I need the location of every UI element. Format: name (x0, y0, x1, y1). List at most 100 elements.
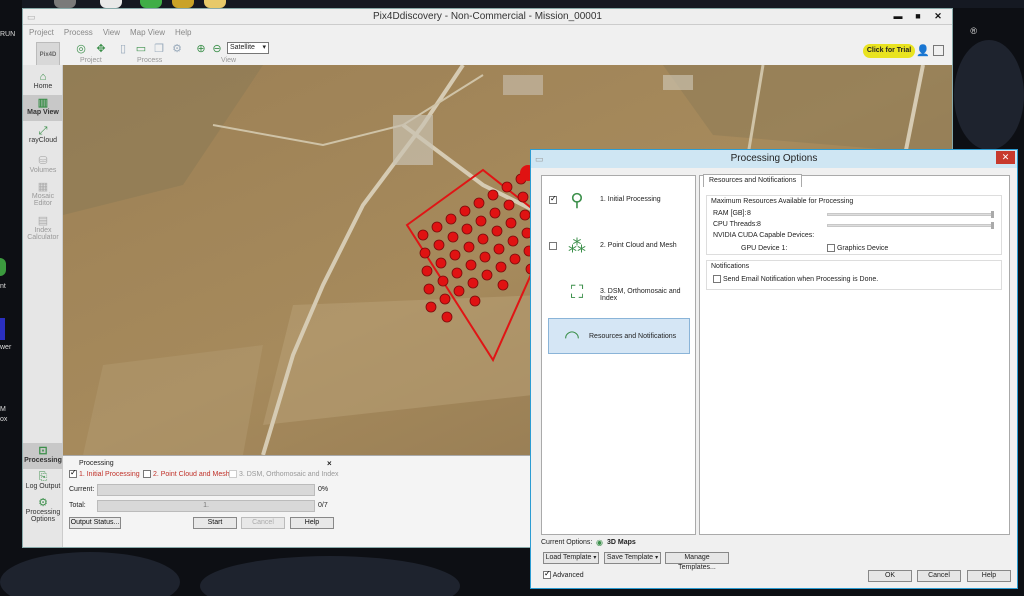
zoom-out-icon[interactable]: ⊖ (211, 43, 223, 55)
flight-point[interactable] (445, 213, 457, 225)
flight-point[interactable] (505, 217, 517, 229)
sidebar-item-index-calculator[interactable]: ▤ Index Calculator (23, 215, 63, 245)
taskbar-icon[interactable] (204, 0, 226, 8)
flight-point[interactable] (459, 205, 471, 217)
taskbar-icon[interactable] (172, 0, 194, 8)
sidebar-item-processing[interactable]: ⊡ Processing (23, 443, 63, 469)
point-cloud-checkbox[interactable] (549, 242, 557, 250)
flight-point[interactable] (473, 197, 485, 209)
option-step-dsm[interactable]: ⛶ 3. DSM, Orthomosaic and Index (542, 274, 695, 310)
flight-point[interactable] (441, 311, 453, 323)
flight-point[interactable] (423, 283, 435, 295)
cancel-button[interactable]: Cancel (241, 517, 285, 529)
ok-button[interactable]: OK (868, 570, 912, 582)
flight-point[interactable] (467, 277, 479, 289)
flight-point[interactable] (449, 249, 461, 261)
start-button[interactable]: Start (193, 517, 237, 529)
window-toggle-icon[interactable] (933, 45, 944, 56)
desktop-app-icon-blue[interactable] (0, 318, 5, 340)
desktop-app-icon[interactable] (0, 258, 6, 276)
sidebar-item-mosaic-editor[interactable]: ▦ Mosaic Editor (23, 181, 63, 211)
taskbar-icon[interactable] (54, 0, 76, 8)
flight-point[interactable] (487, 189, 499, 201)
initial-processing-checkbox[interactable] (549, 194, 557, 204)
close-button[interactable]: ✕ (928, 10, 948, 23)
flight-point[interactable] (477, 233, 489, 245)
advanced-option[interactable]: Advanced (543, 569, 584, 579)
flight-point[interactable] (497, 279, 509, 291)
flight-point[interactable] (475, 215, 487, 227)
flight-point[interactable] (491, 225, 503, 237)
dialog-cancel-button[interactable]: Cancel (917, 570, 961, 582)
flight-point[interactable] (509, 253, 521, 265)
flight-point[interactable] (439, 293, 451, 305)
flight-point[interactable] (479, 251, 491, 263)
advanced-checkbox[interactable] (543, 569, 551, 579)
step-1-checkbox[interactable] (69, 468, 77, 478)
flight-point[interactable] (417, 229, 429, 241)
sidebar-item-home[interactable]: ⌂ Home (23, 71, 63, 95)
flight-point[interactable] (419, 247, 431, 259)
sidebar-item-raycloud[interactable]: ⤢ rayCloud (23, 125, 63, 149)
taskbar-icon[interactable] (140, 0, 162, 8)
ram-slider[interactable] (827, 211, 994, 218)
flight-point[interactable] (451, 267, 463, 279)
flight-point[interactable] (425, 301, 437, 313)
manage-templates-button[interactable]: Manage Templates... (665, 552, 729, 571)
flight-point[interactable] (465, 259, 477, 271)
save-template-button[interactable]: Save Template ▾ (604, 552, 661, 564)
copy-icon[interactable]: ❐ (153, 43, 165, 55)
sidebar-item-map-view[interactable]: ▥ Map View (23, 95, 63, 121)
step-2-checkbox[interactable] (143, 470, 151, 478)
flight-point[interactable] (501, 181, 513, 193)
file-icon[interactable]: ▯ (117, 43, 129, 55)
load-template-button[interactable]: Load Template ▾ (543, 552, 599, 564)
dialog-help-button[interactable]: Help (967, 570, 1011, 582)
dialog-close-button[interactable]: ✕ (996, 151, 1015, 164)
crosshair-icon[interactable]: ✥ (95, 43, 107, 55)
flight-point[interactable] (447, 231, 459, 243)
step-row-1[interactable]: 1. Initial Processing (69, 468, 140, 478)
flight-point[interactable] (503, 199, 515, 211)
sidebar-item-log-output[interactable]: ⎘ Log Output (23, 471, 63, 495)
step-row-2[interactable]: 2. Point Cloud and Mesh (143, 470, 230, 478)
click-for-trial-button[interactable]: Click for Trial (863, 44, 915, 58)
flight-point[interactable] (433, 239, 445, 251)
flight-point[interactable] (481, 269, 493, 281)
taskbar-icon[interactable] (100, 0, 122, 8)
flight-point[interactable] (463, 241, 475, 253)
flight-point[interactable] (435, 257, 447, 269)
tab-resources-notifications[interactable]: Resources and Notifications (703, 174, 803, 187)
processing-panel-close[interactable]: × (327, 459, 332, 468)
flight-point[interactable] (461, 223, 473, 235)
step-3-checkbox[interactable] (229, 470, 237, 478)
maximize-button[interactable]: ■ (908, 10, 928, 23)
option-step-initial-processing[interactable]: ⚲ 1. Initial Processing (542, 182, 695, 218)
output-status-button[interactable]: Output Status... (69, 517, 121, 529)
option-step-point-cloud[interactable]: ⁂ 2. Point Cloud and Mesh (542, 228, 695, 264)
folder-icon[interactable]: ▭ (135, 43, 147, 55)
cpu-slider[interactable] (827, 222, 994, 229)
flight-point[interactable] (469, 295, 481, 307)
flight-point[interactable] (431, 221, 443, 233)
sidebar-item-processing-options[interactable]: ⚙ Processing Options (23, 497, 63, 531)
sidebar-item-volumes[interactable]: ⛁ Volumes (23, 155, 63, 179)
new-project-icon[interactable]: ◎ (75, 43, 87, 55)
email-notification-checkbox[interactable] (713, 275, 721, 283)
flight-point[interactable] (489, 207, 501, 219)
option-step-resources[interactable]: ◠ Resources and Notifications (548, 318, 690, 354)
flight-point[interactable] (493, 243, 505, 255)
zoom-in-icon[interactable]: ⊕ (195, 43, 207, 55)
flight-point[interactable] (421, 265, 433, 277)
flight-point[interactable] (453, 285, 465, 297)
graphics-device-option[interactable]: Graphics Device (827, 244, 888, 252)
user-icon[interactable]: 👤 (916, 44, 930, 57)
email-notification-option[interactable]: Send Email Notification when Processing … (713, 275, 878, 283)
flight-point[interactable] (507, 235, 519, 247)
flight-point[interactable] (519, 209, 531, 221)
flight-point[interactable] (517, 191, 529, 203)
graphics-device-checkbox[interactable] (827, 244, 835, 252)
flight-point[interactable] (495, 261, 507, 273)
step-row-3[interactable]: 3. DSM, Orthomosaic and Index (229, 470, 339, 478)
settings-icon[interactable]: ⚙ (171, 43, 183, 55)
